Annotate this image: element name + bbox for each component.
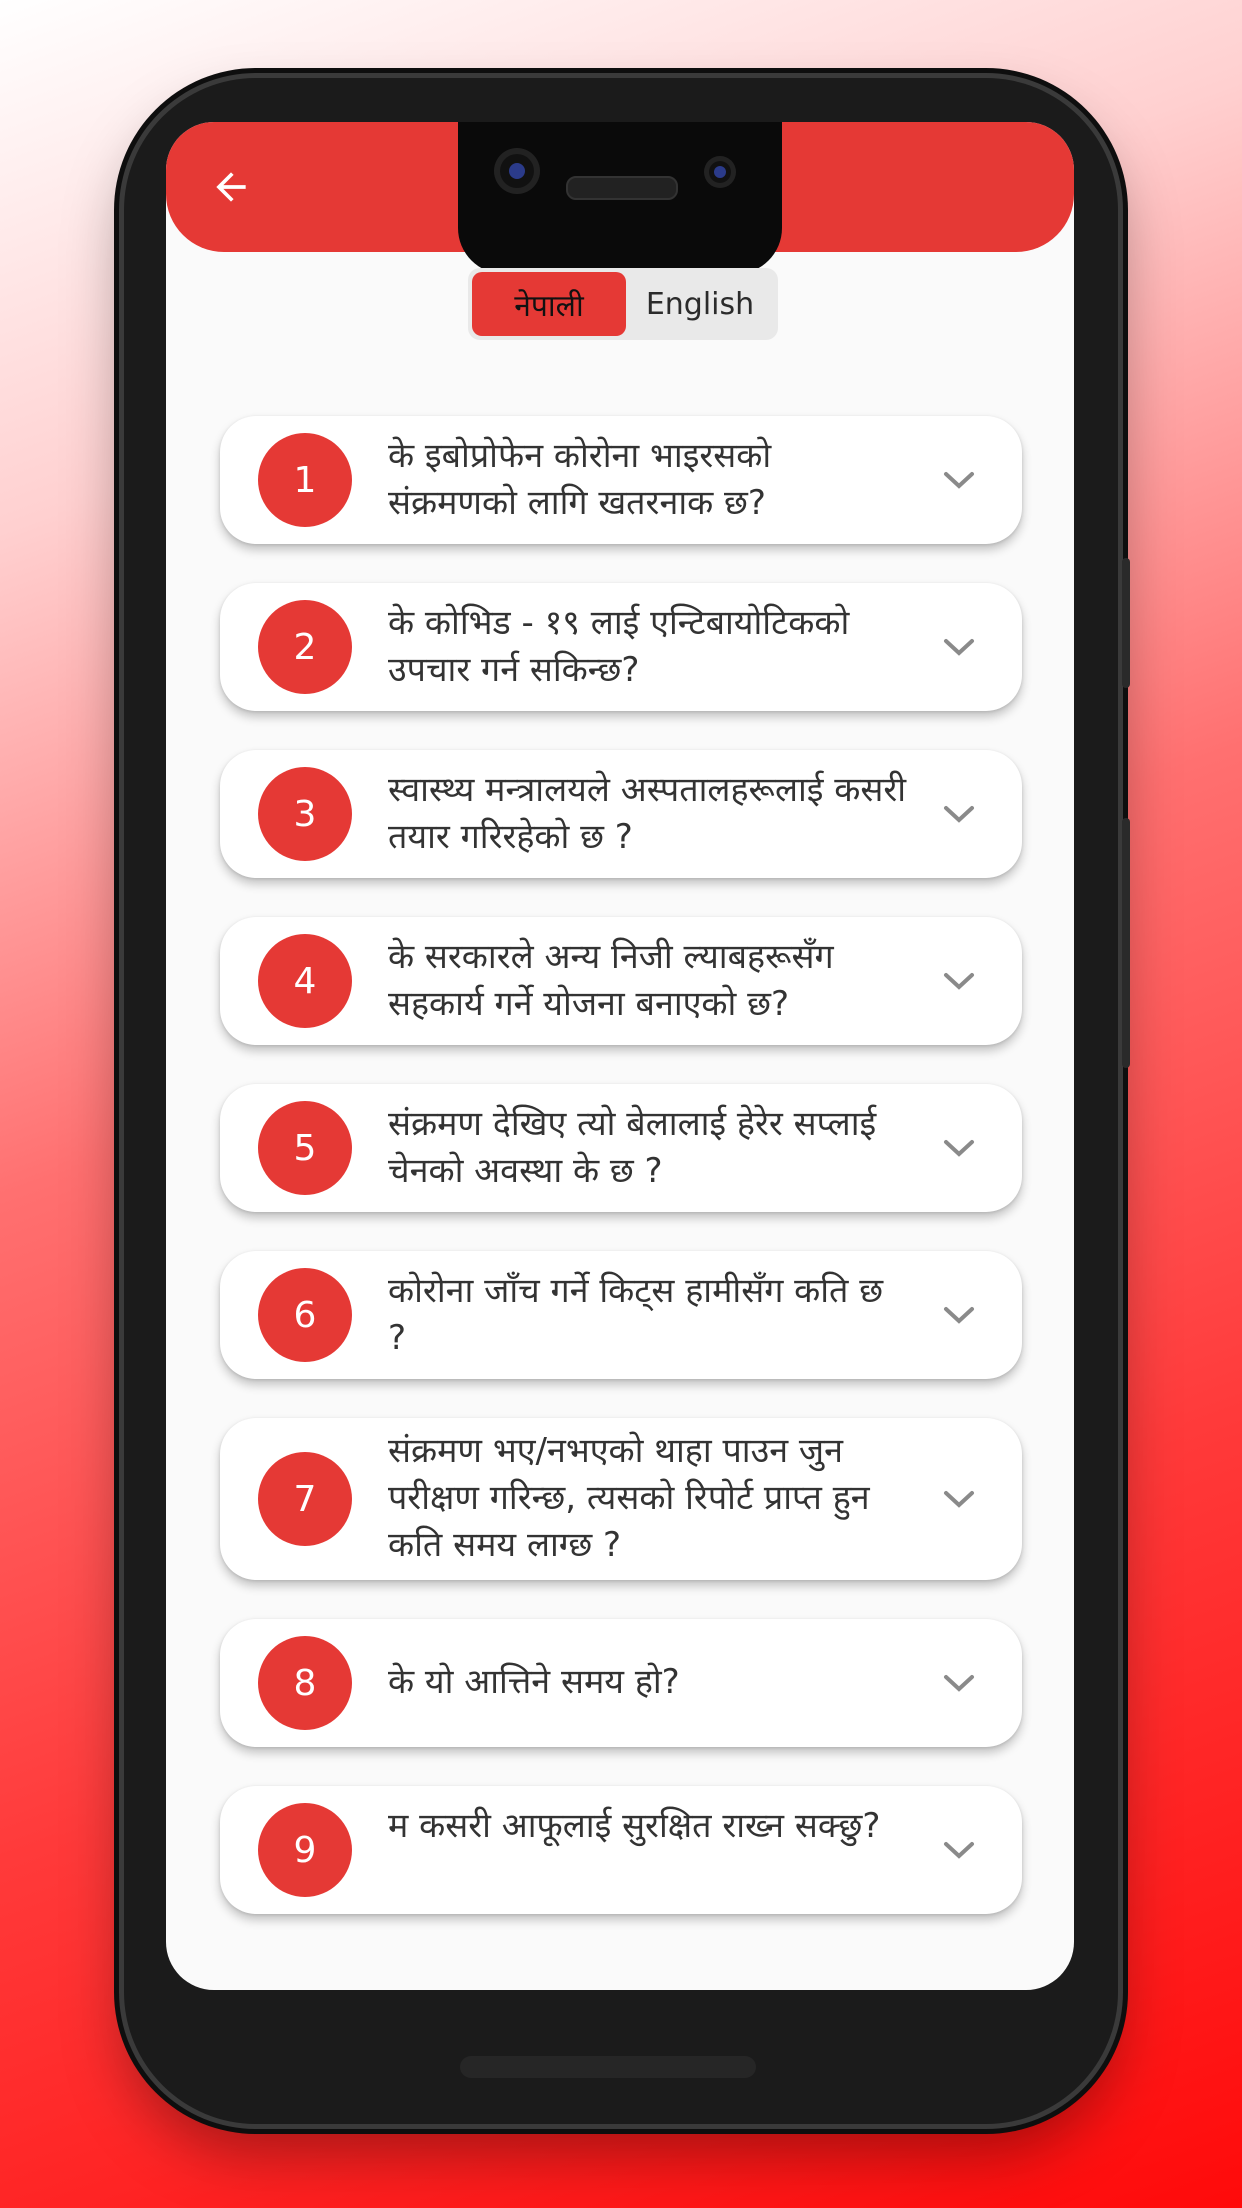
- faq-number: 9: [258, 1803, 352, 1897]
- faq-item[interactable]: 5 संक्रमण देखिए त्यो बेलालाई हेरेर सप्ला…: [220, 1084, 1022, 1212]
- faq-item[interactable]: 2 के कोभिड - १९ लाई एन्टिबायोटिकको उपचार…: [220, 583, 1022, 711]
- language-toggle: नेपाली English: [468, 268, 778, 340]
- faq-question: संक्रमण भए/नभएको थाहा पाउन जुन परीक्षण ग…: [388, 1431, 870, 1565]
- app-screen: नेपाली English 1 के इबोप्रोफेन कोरोना भा…: [166, 122, 1074, 1990]
- faq-number: 8: [258, 1636, 352, 1730]
- faq-number: 6: [258, 1268, 352, 1362]
- faq-number: 2: [258, 600, 352, 694]
- faq-item[interactable]: 1 के इबोप्रोफेन कोरोना भाइरसको संक्रमणको…: [220, 416, 1022, 544]
- faq-item[interactable]: 3 स्वास्थ्य मन्त्रालयले अस्पतालहरूलाई कस…: [220, 750, 1022, 878]
- chevron-down-icon[interactable]: [942, 1489, 976, 1509]
- front-sensor: [704, 156, 736, 188]
- back-button[interactable]: [206, 162, 256, 212]
- power-button: [1122, 558, 1130, 688]
- faq-number: 4: [258, 934, 352, 1028]
- front-camera: [494, 148, 540, 194]
- faq-number: 5: [258, 1101, 352, 1195]
- faq-question: म कसरी आफूलाई सुरक्षित राख्न सक्छु?: [388, 1806, 881, 1846]
- chevron-down-icon[interactable]: [942, 1673, 976, 1693]
- faq-question: के कोभिड - १९ लाई एन्टिबायोटिकको उपचार ग…: [388, 603, 850, 690]
- faq-question: के सरकारले अन्य निजी ल्याबहरूसँग सहकार्य…: [388, 937, 834, 1024]
- chevron-down-icon[interactable]: [942, 470, 976, 490]
- earpiece-speaker: [566, 176, 678, 200]
- home-indicator: [460, 2056, 756, 2078]
- faq-question: के इबोप्रोफेन कोरोना भाइरसको संक्रमणको ल…: [388, 436, 772, 523]
- faq-item[interactable]: 6 कोरोना जाँच गर्ने किट्स हामीसँग कति छ …: [220, 1251, 1022, 1379]
- faq-number: 3: [258, 767, 352, 861]
- chevron-down-icon[interactable]: [942, 804, 976, 824]
- volume-button: [1122, 818, 1130, 1068]
- faq-number: 7: [258, 1452, 352, 1546]
- chevron-down-icon[interactable]: [942, 1138, 976, 1158]
- chevron-down-icon[interactable]: [942, 1305, 976, 1325]
- faq-question: स्वास्थ्य मन्त्रालयले अस्पतालहरूलाई कसरी…: [388, 770, 907, 857]
- faq-item[interactable]: 4 के सरकारले अन्य निजी ल्याबहरूसँग सहकार…: [220, 917, 1022, 1045]
- chevron-down-icon[interactable]: [942, 1840, 976, 1860]
- toggle-nepali[interactable]: नेपाली: [472, 272, 626, 336]
- arrow-left-icon: [216, 172, 246, 202]
- faq-item[interactable]: 9 म कसरी आफूलाई सुरक्षित राख्न सक्छु?: [220, 1786, 1022, 1914]
- faq-question: के यो आत्तिने समय हो?: [388, 1662, 680, 1702]
- faq-question: संक्रमण देखिए त्यो बेलालाई हेरेर सप्लाई …: [388, 1104, 877, 1191]
- camera-notch: [458, 122, 782, 274]
- faq-item[interactable]: 7 संक्रमण भए/नभएको थाहा पाउन जुन परीक्षण…: [220, 1418, 1022, 1580]
- faq-number: 1: [258, 433, 352, 527]
- chevron-down-icon[interactable]: [942, 971, 976, 991]
- phone-frame: नेपाली English 1 के इबोप्रोफेन कोरोना भा…: [124, 78, 1130, 2124]
- faq-question: कोरोना जाँच गर्ने किट्स हामीसँग कति छ ?: [388, 1271, 884, 1358]
- toggle-english[interactable]: English: [626, 272, 774, 336]
- chevron-down-icon[interactable]: [942, 637, 976, 657]
- faq-item[interactable]: 8 के यो आत्तिने समय हो?: [220, 1619, 1022, 1747]
- faq-list: 1 के इबोप्रोफेन कोरोना भाइरसको संक्रमणको…: [166, 352, 1074, 1990]
